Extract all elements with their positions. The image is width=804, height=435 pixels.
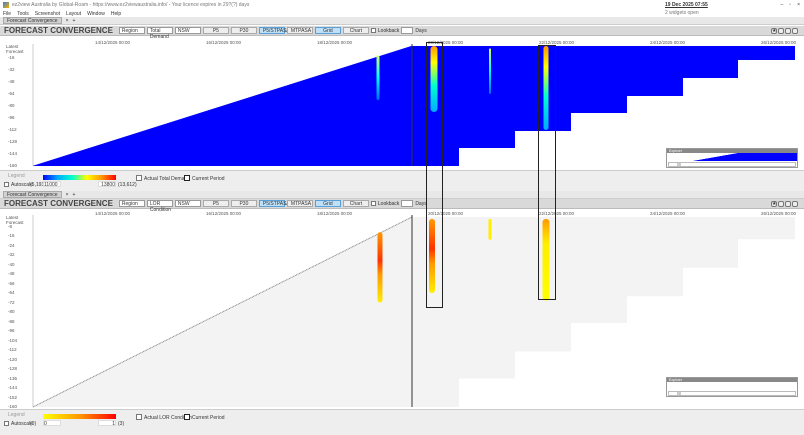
y-tick: -152	[8, 394, 18, 400]
y-tick: -72	[8, 299, 15, 305]
min-input[interactable]: 0	[43, 420, 61, 427]
y-tick: -8	[8, 223, 13, 229]
highlight-box-1	[426, 42, 443, 308]
explorer-scrollbar[interactable]	[668, 391, 796, 396]
explorer-panel[interactable]: Explorer	[666, 377, 798, 397]
actual-swatch	[136, 414, 142, 420]
explorer-scroll-thumb[interactable]	[677, 392, 681, 395]
autoscale-checkbox[interactable]	[4, 421, 9, 426]
legend: Legend Autoscale (0) 0 1 (3) Actual LOR …	[0, 409, 804, 435]
x-tick: 26/12/2025 00:00	[761, 211, 797, 216]
x-tick: 24/12/2025 00:00	[650, 211, 686, 216]
x-tick: 18/12/2025 00:00	[317, 211, 353, 216]
y-tick: -16	[8, 233, 15, 238]
max-observed: (3)	[118, 421, 125, 427]
y-tick: -104	[8, 337, 18, 343]
current-period-swatch	[184, 414, 190, 420]
y-tick: -24	[8, 242, 15, 248]
color-scale	[43, 414, 116, 419]
y-tick: -128	[8, 366, 18, 371]
hot-streak	[488, 218, 492, 240]
y-tick: -88	[8, 318, 15, 324]
y-tick: -120	[8, 356, 18, 362]
hot-streak	[377, 232, 383, 303]
current-period-label: Current Period	[192, 415, 225, 421]
heatmap-1[interactable]	[0, 0, 804, 435]
y-tick: -80	[8, 309, 15, 314]
y-tick: -56	[8, 280, 15, 286]
min-observed: (0)	[30, 421, 37, 427]
y-tick: -64	[8, 290, 15, 295]
highlight-box-2	[538, 45, 556, 300]
y-tick: -112	[8, 347, 17, 352]
y-tick: -48	[8, 271, 15, 276]
x-tick: 16/12/2025 00:00	[206, 211, 242, 216]
y-tick: -96	[8, 328, 15, 333]
y-tick: -136	[8, 375, 18, 381]
explorer-overview	[667, 382, 797, 390]
max-input[interactable]: 1	[98, 420, 116, 427]
y-tick: -32	[8, 252, 15, 257]
x-tick: 14/12/2025 00:00	[95, 211, 131, 216]
y-tick: -144	[8, 385, 18, 390]
y-tick: -40	[8, 261, 15, 267]
legend-title: Legend	[8, 412, 25, 418]
